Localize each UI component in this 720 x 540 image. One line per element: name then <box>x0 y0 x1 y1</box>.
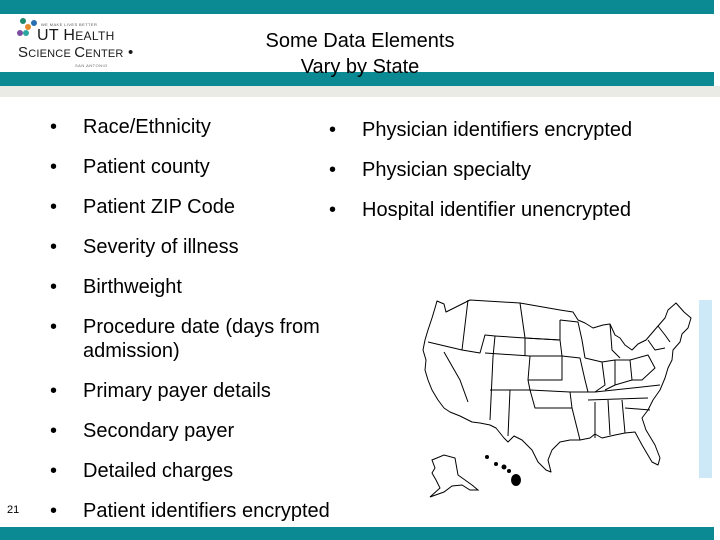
list-item: • Hospital identifier unencrypted <box>306 198 706 222</box>
list-item: • Secondary payer <box>27 419 387 443</box>
list-item: • Patient identifiers encrypted <box>27 499 387 523</box>
slide-title-line-1: Some Data Elements <box>265 30 455 52</box>
slide-title: Some Data Elements Vary by State <box>200 28 520 80</box>
slide-number: 21 <box>7 504 20 516</box>
logo-subtitle: SAN ANTONIO <box>75 63 108 68</box>
bullet-icon: • <box>329 119 337 141</box>
list-item-text: Hospital identifier unencrypted <box>362 199 632 221</box>
list-item-text: Patient ZIP Code <box>83 196 235 218</box>
bullet-icon: • <box>50 196 58 218</box>
bullet-icon: • <box>50 460 58 482</box>
header-top-band <box>0 0 714 14</box>
list-item-text: Physician identifiers encrypted <box>362 119 633 141</box>
side-accent-strip <box>699 300 712 478</box>
list-item: • Physician specialty <box>306 158 706 182</box>
list-item-text: Detailed charges <box>83 460 234 482</box>
bullet-icon: • <box>50 380 58 402</box>
list-item-text: Race/Ethnicity <box>83 116 211 138</box>
bullet-icon: • <box>50 500 58 522</box>
list-item: • Severity of illness <box>27 235 387 259</box>
bullet-icon: • <box>50 316 58 338</box>
list-item-text: Patient identifiers encrypted <box>83 500 330 522</box>
bullet-icon: • <box>50 116 58 138</box>
us-map-image <box>422 299 692 498</box>
list-item-text: Patient county <box>83 156 210 178</box>
list-item: • Procedure date (days from admission) <box>27 315 383 363</box>
bullet-icon: • <box>329 199 337 221</box>
bullet-icon: • <box>50 420 58 442</box>
ut-health-logo: WE MAKE LIVES BETTER UT HEALTH SCIENCE C… <box>14 17 144 69</box>
bullet-icon: • <box>50 276 58 298</box>
logo-line-science-center: SCIENCE CENTER • <box>18 44 134 61</box>
bullet-icon: • <box>50 156 58 178</box>
list-item-text: Birthweight <box>83 276 182 298</box>
list-item-text: Secondary payer <box>83 420 235 442</box>
alaska-shape <box>429 454 480 498</box>
logo-dot-5 <box>23 30 29 36</box>
logo-line-ut-health: UT HEALTH <box>37 27 115 44</box>
list-item-text: Severity of illness <box>83 236 239 258</box>
list-item: • Birthweight <box>27 275 387 299</box>
list-item-text: Primary payer details <box>83 380 271 402</box>
list-item: • Detailed charges <box>27 459 387 483</box>
list-item: • Physician identifiers encrypted <box>306 118 706 142</box>
list-item-text: Physician specialty <box>362 159 531 181</box>
list-item-text: Procedure date (days from admission) <box>83 316 320 362</box>
logo-dot-3 <box>31 20 37 26</box>
bullet-icon: • <box>50 236 58 258</box>
hawaii-shape <box>485 455 521 486</box>
header-gray-strip <box>0 86 720 97</box>
slide-title-line-2: Vary by State <box>300 56 420 78</box>
list-item: • Primary payer details <box>27 379 387 403</box>
bullet-icon: • <box>329 159 337 181</box>
right-bullet-list: • Physician identifiers encrypted • Physic… <box>306 118 706 238</box>
logo-dot-1 <box>20 18 26 24</box>
